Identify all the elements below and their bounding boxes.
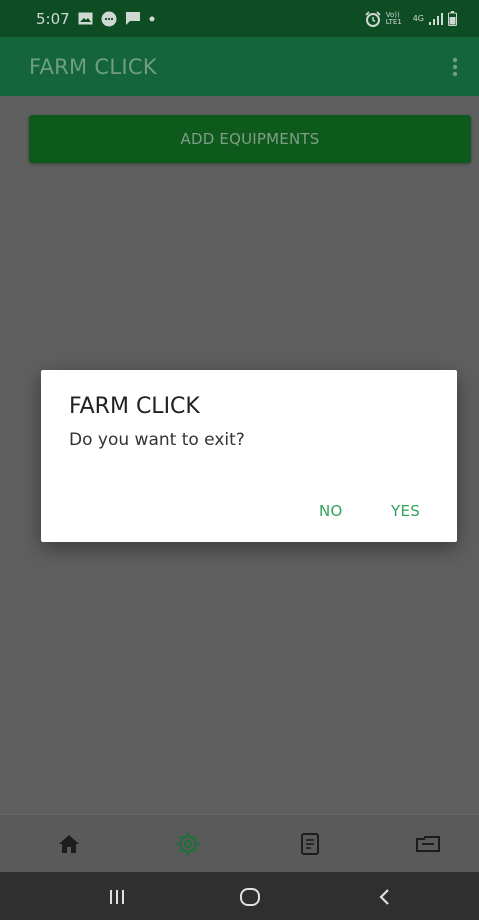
add-equipments-button[interactable]: ADD EQUIPMENTS (29, 115, 471, 163)
exit-dialog: FARM CLICK Do you want to exit? NO YES (41, 370, 457, 542)
alarm-icon (365, 10, 381, 27)
status-left: 5:07 (36, 10, 155, 28)
4g-icon: 4G (412, 14, 424, 23)
volte-icon: Vo)) LTE1 (385, 10, 402, 26)
app-title: FARM CLICK (29, 54, 157, 79)
dialog-message: Do you want to exit? (69, 430, 245, 450)
status-time: 5:07 (36, 9, 70, 28)
status-bar: 5:07 Vo)) LTE1 4G (0, 0, 479, 37)
yes-button[interactable]: YES (385, 498, 426, 524)
recents-icon[interactable] (103, 885, 131, 909)
dialog-title: FARM CLICK (69, 394, 200, 419)
document-icon[interactable] (295, 829, 325, 859)
gallery-icon (78, 12, 93, 25)
bottom-nav (0, 814, 479, 872)
system-nav-bar (0, 872, 479, 920)
more-vert-icon[interactable] (445, 55, 465, 79)
app-bar: FARM CLICK (0, 37, 479, 96)
back-icon[interactable] (370, 885, 398, 909)
gear-icon[interactable] (173, 829, 203, 859)
dot-icon (149, 16, 155, 22)
battery-icon (448, 11, 457, 26)
home-icon[interactable] (54, 829, 84, 859)
status-right: Vo)) LTE1 4G (365, 10, 457, 27)
message-icon (125, 11, 141, 26)
ticket-icon[interactable] (413, 829, 443, 859)
chat-bubble-icon (101, 11, 117, 27)
signal-icon (429, 12, 443, 25)
home-circle-icon[interactable] (236, 885, 264, 909)
no-button[interactable]: NO (313, 498, 349, 524)
